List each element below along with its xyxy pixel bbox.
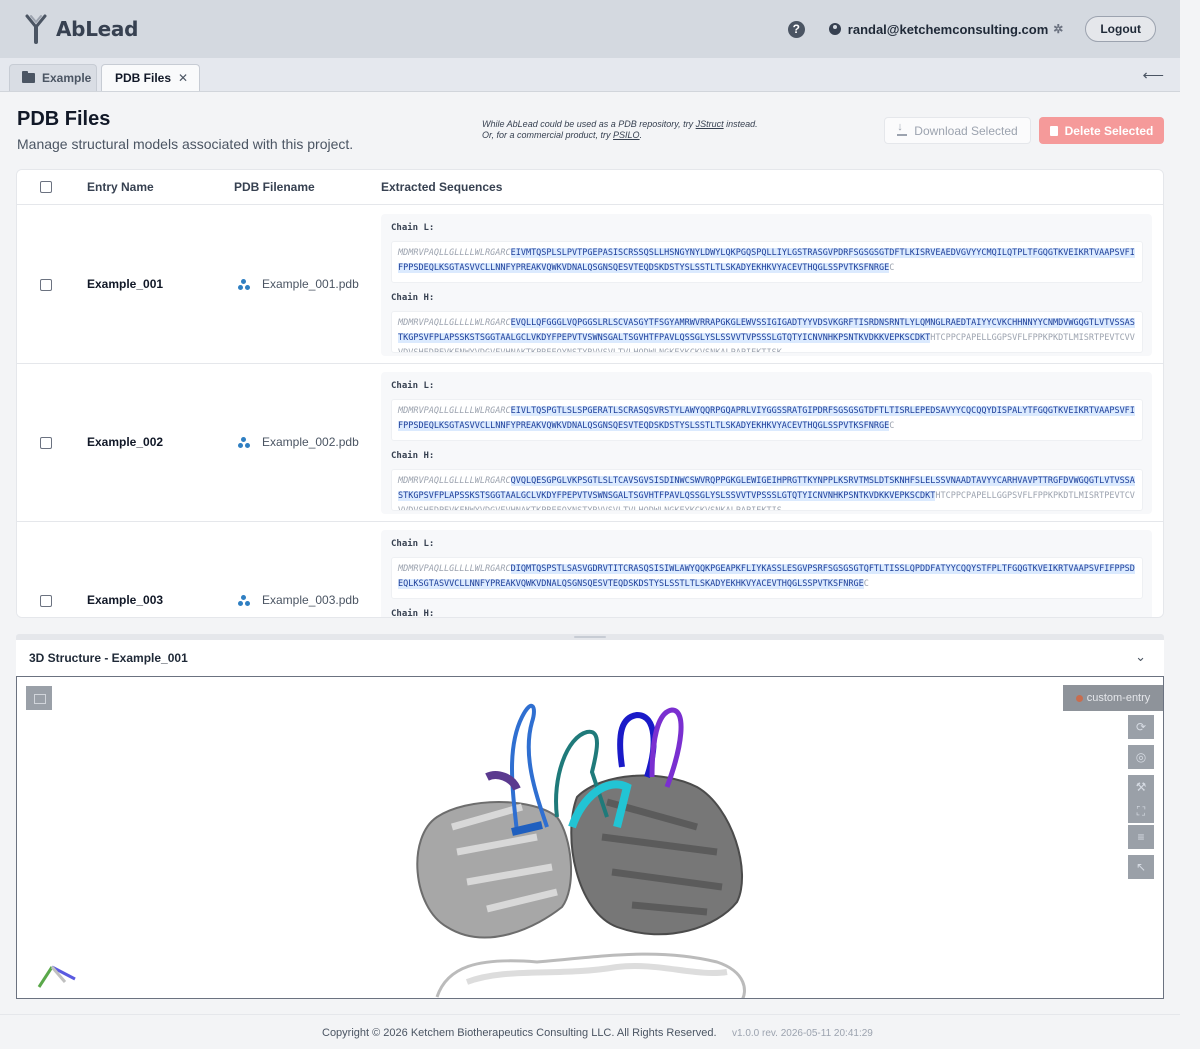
molecule-icon (238, 436, 250, 448)
wrench-icon[interactable]: ⚒ (1128, 775, 1154, 799)
tab-example[interactable]: Example (9, 64, 97, 91)
chain-label: Chain H: (391, 451, 435, 461)
reset-camera-icon[interactable]: ⟳ (1128, 715, 1154, 739)
chain-h-sequence[interactable]: MDMRVPAQLLGLLLLWLRGARCEVQLLQFGGGLVQPGGSL… (391, 311, 1143, 353)
screenshot-icon[interactable]: ◎ (1128, 745, 1154, 769)
chain-label: Chain H: (391, 609, 435, 618)
structure-viewer[interactable]: custom-entry ⟳ ◎ ⚒ ⛶ ≡ ↖ (16, 676, 1164, 999)
row-checkbox[interactable] (40, 437, 52, 449)
table-row[interactable]: Example_001 Example_001.pdb Chain L: MDM… (17, 206, 1163, 364)
download-icon (897, 121, 908, 136)
select-all-checkbox[interactable] (40, 181, 52, 193)
entry-name: Example_003 (87, 593, 164, 607)
page-subtitle: Manage structural models associated with… (17, 136, 354, 152)
psilo-link[interactable]: PSILO (613, 130, 640, 140)
chain-label: Chain L: (391, 539, 435, 549)
tab-label: PDB Files (115, 71, 172, 85)
axis-y (37, 966, 54, 988)
folder-icon (22, 71, 35, 83)
protein-cartoon[interactable] (17, 677, 1164, 999)
antibody-logo-icon (25, 14, 47, 44)
chain-l-sequence[interactable]: MDMRVPAQLLGLLLLWLRGARCEIVMTQSPLSLPVTPGEP… (391, 241, 1143, 283)
chevron-down-icon[interactable]: ⌄ (1135, 649, 1146, 665)
select-cursor-icon[interactable]: ↖ (1128, 855, 1154, 879)
repository-note: While AbLead could be used as a PDB repo… (482, 119, 758, 140)
help-icon[interactable]: ? (787, 20, 805, 38)
tab-bar: Example PDB Files ✕ ⟵ (0, 58, 1180, 92)
column-entry-name[interactable]: Entry Name (87, 180, 154, 194)
download-selected-button[interactable]: Download Selected (884, 117, 1031, 144)
logout-button[interactable]: Logout (1085, 16, 1156, 42)
close-icon[interactable]: ✕ (178, 71, 188, 85)
page-title: PDB Files (17, 108, 111, 130)
sequence-panel: Chain L: MDMRVPAQLLGLLLLWLRGARCDIQMTQSPS… (381, 530, 1152, 618)
trash-icon (1049, 125, 1058, 136)
arrow-left-icon[interactable]: ⟵ (1142, 66, 1164, 84)
row-checkbox[interactable] (40, 279, 52, 291)
chain-l-sequence[interactable]: MDMRVPAQLLGLLLLWLRGARCDIQMTQSPSTLSASVGDR… (391, 557, 1143, 599)
expand-icon[interactable]: ⛶ (1128, 799, 1154, 823)
page-scrollbar[interactable] (1180, 0, 1200, 1049)
version-text: v1.0.0 rev. 2026-05-11 20:41:29 (732, 1028, 873, 1039)
user-icon (828, 23, 841, 35)
pdb-file-link[interactable]: Example_002.pdb (238, 435, 359, 449)
pdb-file-link[interactable]: Example_003.pdb (238, 593, 359, 607)
row-checkbox[interactable] (40, 595, 52, 607)
structure-title: 3D Structure - Example_001 (29, 651, 188, 665)
user-menu[interactable]: randal@ketchemconsulting.com ✲ (828, 21, 1063, 37)
column-extracted-sequences[interactable]: Extracted Sequences (381, 180, 502, 194)
footer: Copyright © 2026 Ketchem Biotherapeutics… (0, 1014, 1180, 1049)
entry-name: Example_002 (87, 435, 164, 449)
jstruct-link[interactable]: JStruct (696, 119, 724, 129)
chain-label: Chain L: (391, 223, 435, 233)
chain-label: Chain L: (391, 381, 435, 391)
sequence-panel: Chain L: MDMRVPAQLLGLLLLWLRGARCEIVLTQSPG… (381, 372, 1152, 514)
molecule-icon (238, 594, 250, 606)
gear-icon[interactable]: ✲ (1053, 22, 1063, 36)
delete-selected-button[interactable]: Delete Selected (1039, 117, 1164, 144)
chain-l-sequence[interactable]: MDMRVPAQLLGLLLLWLRGARCEIVLTQSPGTLSLSPGER… (391, 399, 1143, 441)
settings-sliders-icon[interactable]: ≡ (1128, 825, 1154, 849)
tab-label: Example (42, 71, 92, 85)
chain-label: Chain H: (391, 293, 435, 303)
table-header: Entry Name PDB Filename Extracted Sequen… (17, 170, 1163, 205)
lock-icon[interactable] (26, 686, 52, 710)
app-logo[interactable]: AbLead (24, 14, 138, 44)
top-bar: AbLead ? randal@ketchemconsulting.com ✲ … (0, 0, 1180, 58)
tab-pdb-files[interactable]: PDB Files ✕ (101, 64, 200, 91)
custom-entry-label[interactable]: custom-entry (1063, 685, 1163, 711)
chain-h-sequence[interactable]: MDMRVPAQLLGLLLLWLRGARCQVQLQESGPGLVKPSGTL… (391, 469, 1143, 511)
pdb-table: Entry Name PDB Filename Extracted Sequen… (16, 169, 1164, 618)
table-row[interactable]: Example_002 Example_002.pdb Chain L: MDM… (17, 364, 1163, 522)
sequence-panel: Chain L: MDMRVPAQLLGLLLLWLRGARCEIVMTQSPL… (381, 214, 1152, 356)
entry-name: Example_001 (87, 277, 164, 291)
table-row[interactable]: Example_003 Example_003.pdb Chain L: MDM… (17, 522, 1163, 618)
molecule-icon (238, 278, 250, 290)
structure-panel-header[interactable]: 3D Structure - Example_001 ⌄ (16, 640, 1164, 676)
user-email: randal@ketchemconsulting.com (847, 21, 1049, 37)
column-pdb-filename[interactable]: PDB Filename (234, 180, 315, 194)
pdb-file-link[interactable]: Example_001.pdb (238, 277, 359, 291)
copyright-text: Copyright © 2026 Ketchem Biotherapeutics… (322, 1027, 717, 1039)
app-name: AbLead (56, 17, 139, 41)
